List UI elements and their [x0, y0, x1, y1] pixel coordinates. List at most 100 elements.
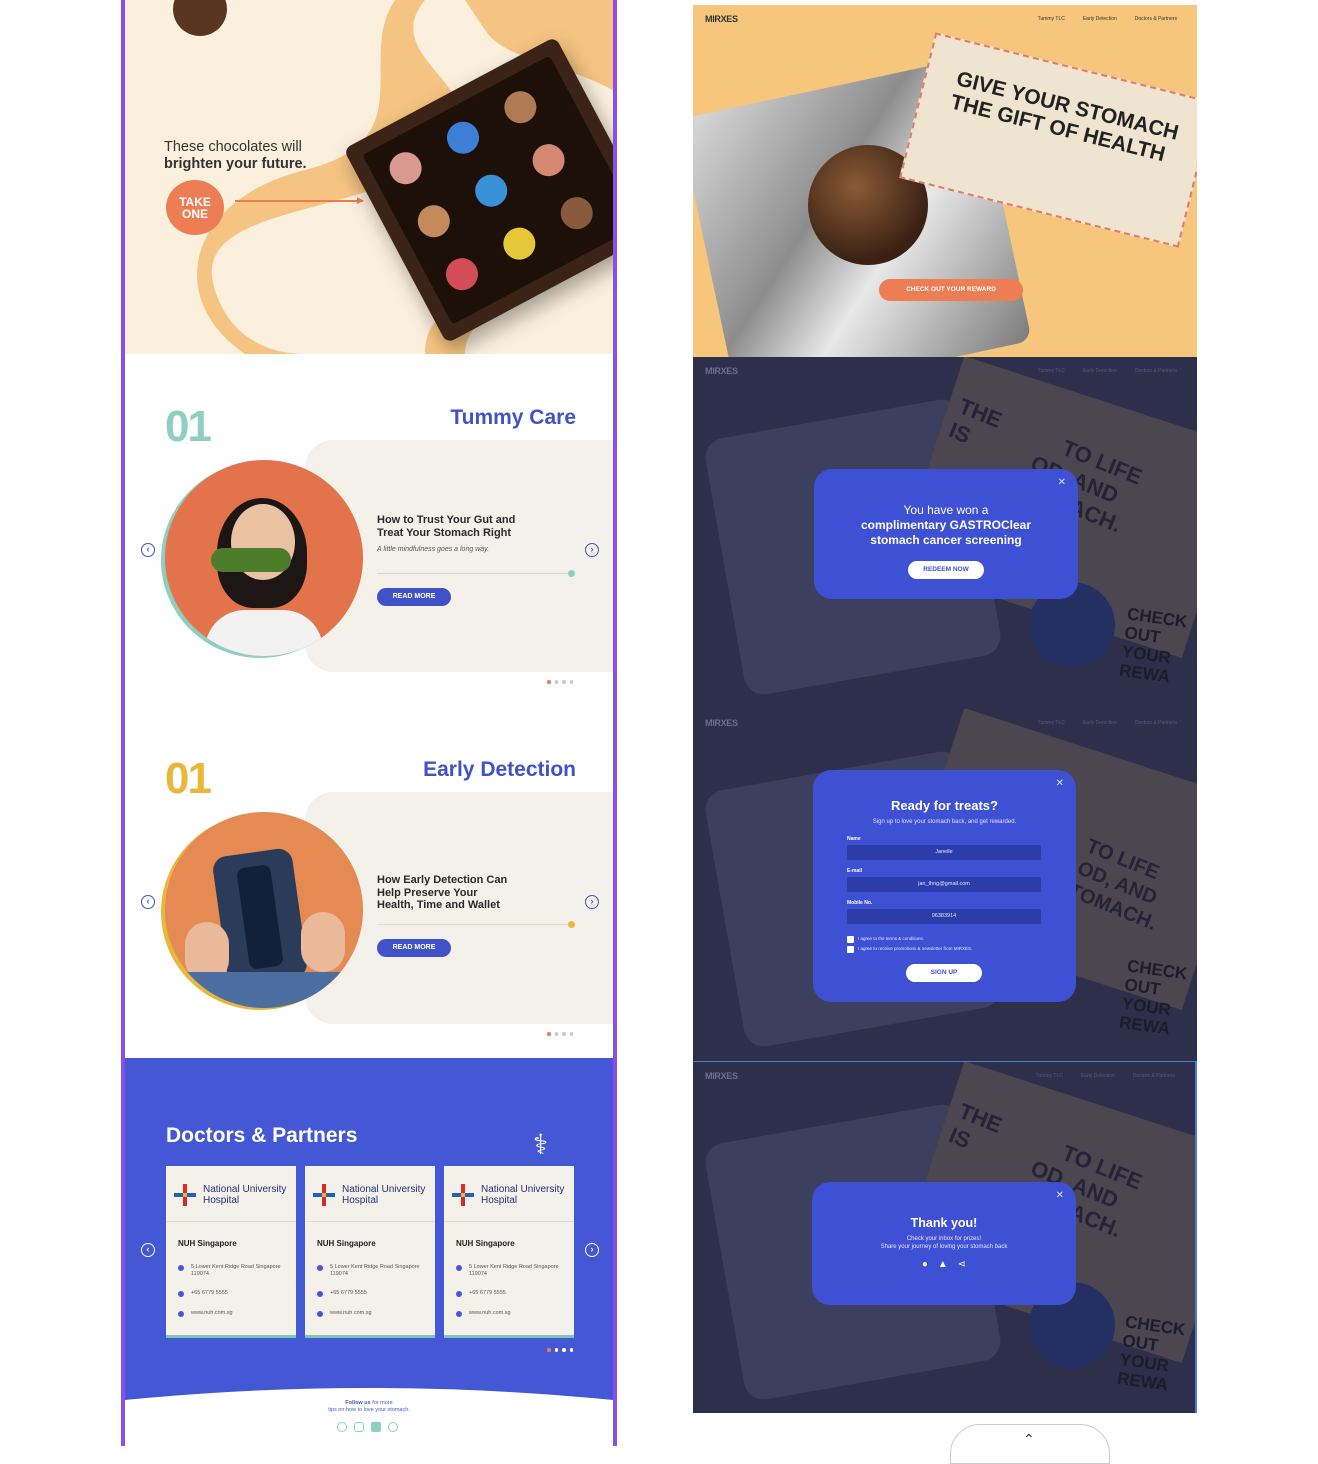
- nav-link-doctors[interactable]: Doctors & Partners: [1135, 368, 1177, 374]
- phone-text: +65 6779 5555: [469, 1290, 506, 1296]
- top-nav: MIRXES Tummy TLC Early Detection Doctors &…: [705, 1071, 1183, 1085]
- phone-icon: [456, 1291, 462, 1297]
- globe-icon[interactable]: [388, 1422, 398, 1432]
- nuh-logo-icon: [313, 1184, 335, 1206]
- partner-card[interactable]: National University Hospital NUH Singapo…: [166, 1166, 296, 1338]
- facebook-icon[interactable]: [337, 1422, 347, 1432]
- article-subtitle: A little mindfulness goes a long way.: [377, 546, 490, 553]
- carousel-prev-icon[interactable]: ‹: [141, 1243, 155, 1257]
- brand-logo[interactable]: MIRXES: [705, 366, 738, 376]
- nav-link-doctors[interactable]: Doctors & Partners: [1133, 1073, 1175, 1079]
- redeem-now-button[interactable]: REDEEM NOW: [908, 561, 984, 579]
- doctors-partners-section: Doctors & Partners ⚕ National University…: [125, 1058, 613, 1446]
- mobile-label: Mobile No.: [847, 900, 873, 906]
- reward-landing-screen: MIRXES Tummy TLC Early Detection Doctors &…: [693, 5, 1197, 357]
- chevron-up-icon[interactable]: ⌃: [1023, 1431, 1035, 1448]
- instagram-icon[interactable]: [354, 1422, 364, 1432]
- read-more-button[interactable]: READ MORE: [377, 939, 451, 957]
- newsletter-checkbox[interactable]: [847, 946, 854, 953]
- terms-label: I agree to the terms & conditions.: [858, 936, 925, 941]
- nav-link-tummy[interactable]: Tummy TLC: [1038, 368, 1065, 374]
- carousel-next-icon[interactable]: ›: [585, 1243, 599, 1257]
- carousel-prev-icon[interactable]: ‹: [141, 543, 155, 557]
- tagline-line-2: brighten your future.: [164, 156, 307, 172]
- close-icon[interactable]: ✕: [1056, 778, 1064, 789]
- phone-icon: [317, 1291, 323, 1297]
- check-reward-button[interactable]: CHECK OUT YOUR REWARD: [879, 279, 1023, 301]
- background-check-text: CHECK OUT YOUR REWA: [1116, 1312, 1187, 1395]
- hero-section: These chocolates will brighten your futu…: [125, 0, 613, 354]
- email-label: E-mail: [847, 868, 863, 874]
- article-heading: How Early Detection Can Help Preserve Yo…: [377, 874, 508, 911]
- article-photo-woman-greens: [165, 460, 363, 656]
- won-line-2: complimentary GASTROClear: [860, 518, 1032, 532]
- globe-icon: [178, 1311, 184, 1317]
- share-icon[interactable]: ⋖: [958, 1259, 966, 1270]
- won-line-3: stomach cancer screening: [870, 533, 1022, 547]
- phone-text: +65 6779 5555: [330, 1290, 367, 1296]
- close-icon[interactable]: ✕: [1058, 477, 1066, 488]
- signup-subtitle: Sign up to love your stomach back, and g…: [872, 819, 1017, 825]
- carousel-next-icon[interactable]: ›: [585, 543, 599, 557]
- web-text[interactable]: www.nuh.com.sg: [469, 1310, 511, 1317]
- scroll-top-tab[interactable]: ⌃: [950, 1424, 1110, 1464]
- terms-checkbox[interactable]: [847, 936, 854, 943]
- address-text: 5 Lower Kent Ridge Road Singapore 119074: [469, 1264, 559, 1277]
- brand-logo[interactable]: MIRXES: [705, 1071, 738, 1081]
- background-check-text: CHECK OUT YOUR REWA: [1118, 604, 1189, 687]
- newsletter-label: I agree to receive promotions & newslett…: [858, 946, 973, 951]
- web-text[interactable]: www.nuh.com.sg: [330, 1310, 372, 1317]
- thanks-line-1: Check your inbox for prizes!: [906, 1236, 982, 1242]
- globe-icon: [317, 1311, 323, 1317]
- carousel-next-icon[interactable]: ›: [585, 895, 599, 909]
- globe-icon: [456, 1311, 462, 1317]
- nav-link-early-detection[interactable]: Early Detection: [1083, 368, 1117, 374]
- section-number: 01: [165, 402, 212, 451]
- web-text[interactable]: www.nuh.com.sg: [191, 1310, 233, 1317]
- nuh-logo-icon: [174, 1184, 196, 1206]
- nav-link-early-detection[interactable]: Early Detection: [1083, 720, 1117, 726]
- phone-text: +65 6779 5555: [191, 1290, 228, 1296]
- tummy-care-section: 01 Tummy Care How to Trust Your Gut and …: [125, 354, 613, 706]
- take-one-button[interactable]: TAKE ONE: [166, 180, 224, 235]
- nav-link-doctors[interactable]: Doctors & Partners: [1135, 16, 1177, 22]
- address-text: 5 Lower Kent Ridge Road Singapore 119074: [191, 1264, 281, 1277]
- read-more-button[interactable]: READ MORE: [377, 588, 451, 606]
- mobile-field[interactable]: 96383914: [847, 909, 1041, 924]
- tagline-line-1: These chocolates will: [164, 139, 302, 155]
- email-field[interactable]: jan_thng@gmail.com: [847, 877, 1041, 892]
- doctor-patient-icon: ⚕: [533, 1129, 549, 1160]
- article-photo-empty-wallet: [165, 812, 363, 1008]
- twitter-icon[interactable]: ▲: [938, 1259, 948, 1270]
- nav-link-doctors[interactable]: Doctors & Partners: [1135, 720, 1177, 726]
- name-field[interactable]: Janelle: [847, 845, 1041, 860]
- close-icon[interactable]: ✕: [1056, 1190, 1064, 1201]
- desktop-screens-column: MIRXES Tummy TLC Early Detection Doctors &…: [693, 5, 1197, 1415]
- carousel-prev-icon[interactable]: ‹: [141, 895, 155, 909]
- progress-line: [377, 924, 569, 925]
- section-title: Tummy Care: [450, 406, 576, 429]
- nav-link-tummy[interactable]: Tummy TLC: [1038, 16, 1065, 22]
- nav-link-early-detection[interactable]: Early Detection: [1083, 16, 1117, 22]
- thank-you-modal: ✕ Thank you! Check your inbox for prizes…: [812, 1182, 1076, 1305]
- section-title: Early Detection: [423, 758, 576, 781]
- nav-link-tummy[interactable]: Tummy TLC: [1036, 1073, 1063, 1079]
- facebook-icon[interactable]: ●: [922, 1259, 928, 1270]
- progress-dot: [568, 570, 575, 577]
- nav-link-early-detection[interactable]: Early Detection: [1081, 1073, 1115, 1079]
- hospital-name: National University Hospital: [342, 1184, 426, 1206]
- pin-icon: [178, 1265, 184, 1271]
- brand-logo[interactable]: MIRXES: [705, 718, 738, 728]
- linkedin-icon[interactable]: [371, 1422, 381, 1432]
- social-icons: [337, 1422, 398, 1432]
- partner-card[interactable]: National University Hospital NUH Singapo…: [444, 1166, 574, 1338]
- nav-link-tummy[interactable]: Tummy TLC: [1038, 720, 1065, 726]
- follow-line-2: tips on how to love your stomach.: [328, 1407, 410, 1413]
- sign-up-button[interactable]: SIGN UP: [906, 964, 982, 982]
- top-nav: MIRXES Tummy TLC Early Detection Doctors &…: [705, 14, 1185, 28]
- brand-logo[interactable]: MIRXES: [705, 14, 738, 24]
- footer-follow: Follow us for more tips on how to love y…: [125, 1400, 613, 1414]
- follow-us-label: Follow us: [345, 1400, 371, 1406]
- partner-card[interactable]: National University Hospital NUH Singapo…: [305, 1166, 435, 1338]
- won-line-1: You have won a: [903, 503, 989, 517]
